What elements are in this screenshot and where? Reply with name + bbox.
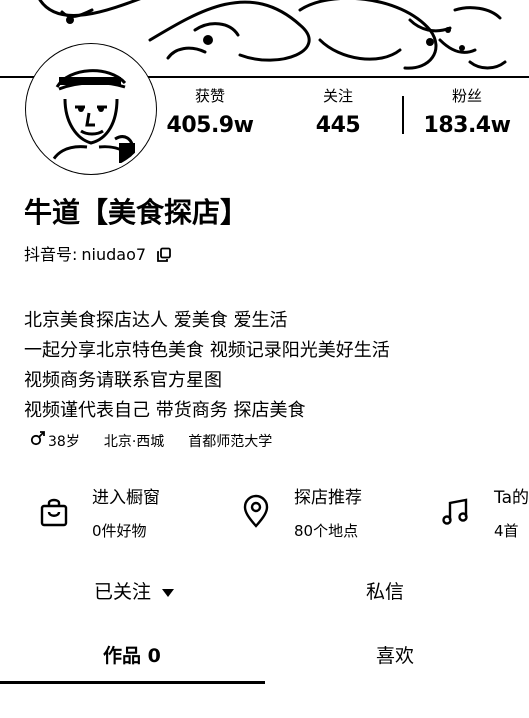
copy-icon[interactable] <box>156 247 172 263</box>
entry-store-recommend-subtitle: 80个地点 <box>294 522 359 540</box>
caret-down-icon <box>161 570 175 614</box>
profile-tags: 38岁 北京·西城 首都师范大学 <box>30 430 272 453</box>
message-button[interactable]: 私信 <box>366 570 404 614</box>
entry-music-subtitle: 4首 <box>494 522 519 540</box>
profile-name: 牛道【美食探店】 <box>24 196 249 229</box>
stat-likes-value: 405.9w <box>166 113 254 138</box>
bio-line: 一起分享北京特色美食 视频记录阳光美好生活 <box>24 340 390 361</box>
bio-line: 视频商务请联系官方星图 <box>24 370 222 391</box>
account-id-label: 抖音号: <box>24 245 78 264</box>
followed-label: 已关注 <box>94 581 152 603</box>
tag-age-text: 38岁 <box>48 433 80 450</box>
bio: 北京美食探店达人 爱美食 爱生活 一起分享北京特色美食 视频记录阳光美好生活 视… <box>24 306 390 426</box>
bio-line: 视频谨代表自己 带货商务 探店美食 <box>24 400 306 421</box>
stat-followers[interactable]: 粉丝 183.4w <box>412 86 522 140</box>
followed-button[interactable]: 已关注 <box>94 570 175 614</box>
stat-followers-label: 粉丝 <box>451 87 482 105</box>
location-pin-icon <box>238 494 274 530</box>
entry-music-title: Ta的 <box>494 488 529 508</box>
stat-followers-value: 183.4w <box>423 113 511 138</box>
tag-location: 北京·西城 <box>103 433 165 450</box>
tab-works[interactable]: 作品 0 <box>103 634 161 678</box>
message-label: 私信 <box>366 581 405 603</box>
profile-actions: 已关注 私信 <box>0 570 529 614</box>
avatar[interactable] <box>26 44 156 174</box>
stat-likes-label: 获赞 <box>194 87 225 105</box>
stat-divider <box>402 96 404 134</box>
entry-store-recommend[interactable]: 探店推荐 80个地点 <box>238 484 362 544</box>
avatar-portrait <box>29 47 153 171</box>
feature-entries: 进入橱窗 0件好物 探店推荐 80个地点 Ta的 4首 <box>0 484 529 546</box>
music-note-icon <box>438 494 474 530</box>
entry-shop-window-subtitle: 0件好物 <box>92 522 147 540</box>
account-id-value: niudao7 <box>81 245 147 264</box>
stat-likes[interactable]: 获赞 405.9w <box>155 86 265 140</box>
tag-gender-age: 38岁 <box>30 430 80 453</box>
account-id-row: 抖音号: niudao7 <box>24 244 172 266</box>
tab-likes[interactable]: 喜欢 <box>376 634 414 678</box>
active-tab-indicator <box>0 681 265 684</box>
shopping-bag-icon <box>36 494 72 530</box>
male-icon <box>30 430 46 453</box>
bio-line: 北京美食探店达人 爱美食 爱生活 <box>24 310 288 331</box>
stat-following-value: 445 <box>315 113 361 138</box>
entry-music[interactable]: Ta的 4首 <box>438 484 529 544</box>
tag-school: 首都师范大学 <box>188 433 273 450</box>
entry-shop-window[interactable]: 进入橱窗 0件好物 <box>36 484 160 544</box>
entry-store-recommend-title: 探店推荐 <box>294 488 362 508</box>
stat-following-label: 关注 <box>322 87 353 105</box>
profile-tabs: 作品 0 喜欢 <box>0 634 529 684</box>
entry-shop-window-title: 进入橱窗 <box>92 488 160 508</box>
stat-following[interactable]: 关注 445 <box>283 86 393 140</box>
